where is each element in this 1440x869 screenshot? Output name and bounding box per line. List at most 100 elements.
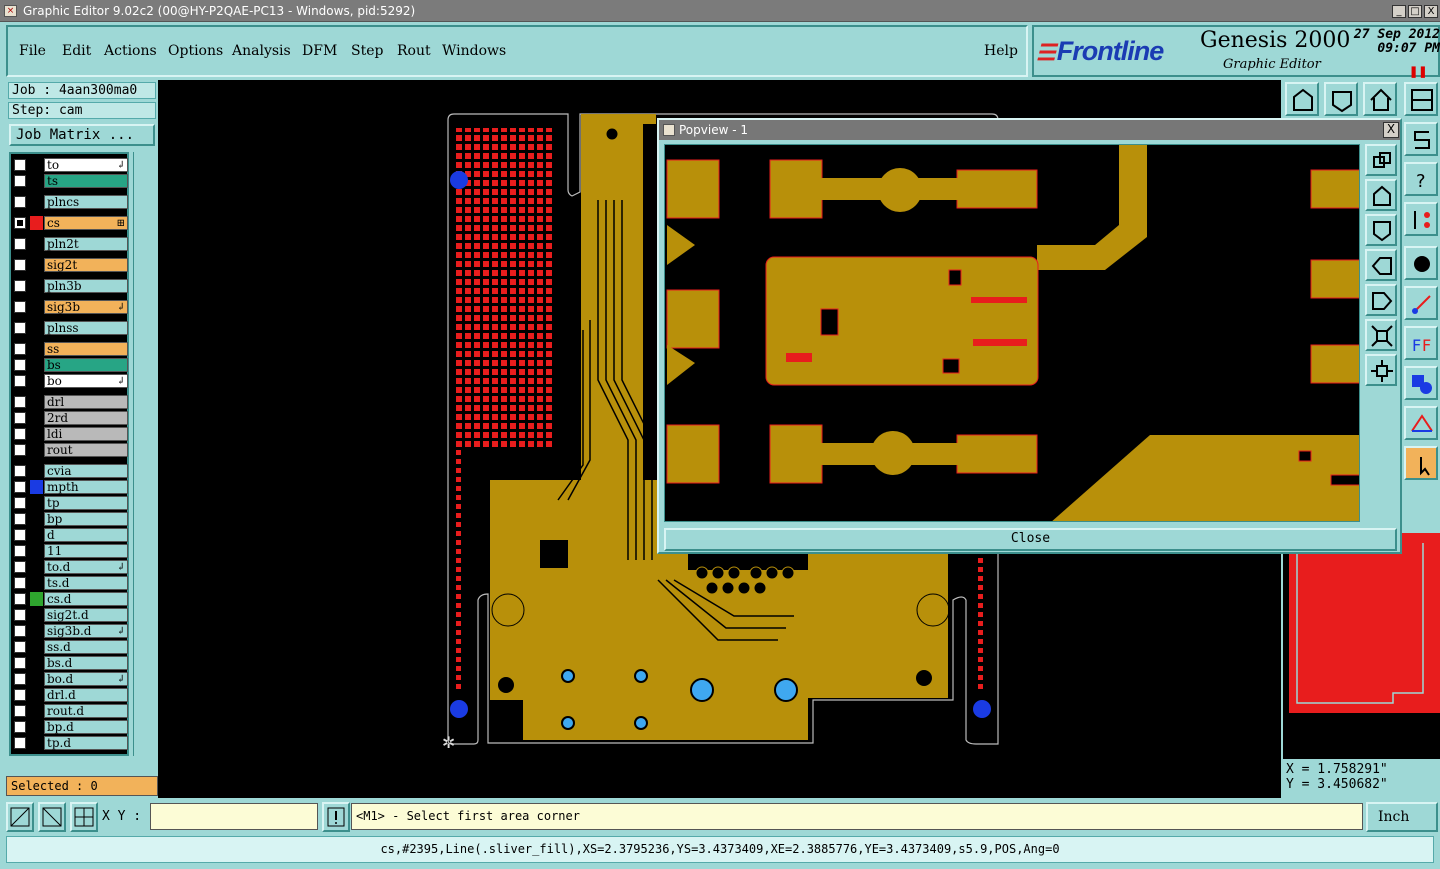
layer-color-marker[interactable] <box>30 528 43 542</box>
menu-actions[interactable]: Actions <box>104 43 157 59</box>
layer-checkbox[interactable] <box>14 481 26 493</box>
layer-row-rout-d[interactable]: rout.d <box>11 704 131 718</box>
layer-color-marker[interactable] <box>30 608 43 622</box>
layer-row-bp-d[interactable]: bp.d <box>11 720 131 734</box>
layer-name[interactable]: ts <box>44 174 128 188</box>
layer-row-pln2t[interactable]: pln2t <box>11 237 131 251</box>
layer-checkbox[interactable] <box>14 529 26 541</box>
layer-color-marker[interactable] <box>30 544 43 558</box>
layer-name[interactable]: to ↲ <box>44 158 128 172</box>
layer-color-marker[interactable] <box>30 321 43 335</box>
layer-name[interactable]: ldi <box>44 427 128 441</box>
layer-color-marker[interactable] <box>30 720 43 734</box>
layer-name[interactable]: tp <box>44 496 128 510</box>
layer-color-marker[interactable] <box>30 411 43 425</box>
layer-row-ts-d[interactable]: ts.d <box>11 576 131 590</box>
menu-analysis[interactable]: Analysis <box>232 43 291 59</box>
layer-row-sig2t-d[interactable]: sig2t.d <box>11 608 131 622</box>
measure-icon[interactable] <box>1404 286 1438 320</box>
layer-name[interactable]: bp <box>44 512 128 526</box>
layer-checkbox[interactable] <box>14 577 26 589</box>
layer-name[interactable]: cvia <box>44 464 128 478</box>
layer-row-bs[interactable]: bs <box>11 358 131 372</box>
layer-checkbox[interactable] <box>14 280 26 292</box>
layer-name[interactable]: bo.d ↲ <box>44 672 128 686</box>
layer-row-2rd[interactable]: 2rd <box>11 411 131 425</box>
dot-icon[interactable] <box>1404 246 1438 280</box>
layer-checkbox[interactable] <box>14 609 26 621</box>
layer-name[interactable]: bo ↲ <box>44 374 128 388</box>
close-window-button[interactable]: X <box>1424 5 1438 18</box>
pan-right-icon[interactable] <box>1365 284 1397 316</box>
layer-row-sig2t[interactable]: sig2t <box>11 258 131 272</box>
layer-checkbox[interactable] <box>14 175 26 187</box>
layer-row-drl-d[interactable]: drl.d <box>11 688 131 702</box>
layer-row-ts[interactable]: ts <box>11 174 131 188</box>
layer-color-marker[interactable] <box>30 688 43 702</box>
center-icon[interactable] <box>1365 354 1397 386</box>
layer-row-11[interactable]: 11 <box>11 544 131 558</box>
layer-color-marker[interactable] <box>30 174 43 188</box>
layer-color-marker[interactable] <box>30 342 43 356</box>
layer-color-marker[interactable] <box>30 736 43 750</box>
measure-tool-icon[interactable] <box>38 802 66 832</box>
layer-color-marker[interactable] <box>30 512 43 526</box>
layer-row-bo-d[interactable]: bo.d ↲ <box>11 672 131 686</box>
layer-checkbox[interactable] <box>14 301 26 313</box>
layer-color-marker[interactable] <box>30 496 43 510</box>
layer-color-marker[interactable] <box>30 576 43 590</box>
layer-color-marker[interactable] <box>30 237 43 251</box>
layer-checkbox[interactable] <box>14 238 26 250</box>
pause-icon[interactable]: ❚❚ <box>1409 65 1427 78</box>
layer-name[interactable]: rout <box>44 443 128 457</box>
layer-name[interactable]: sig3b.d ↲ <box>44 624 128 638</box>
ff-icon[interactable]: FF <box>1404 326 1438 360</box>
pan-down-icon[interactable] <box>1365 214 1397 246</box>
layer-name[interactable]: 11 <box>44 544 128 558</box>
layer-row-bp[interactable]: bp <box>11 512 131 526</box>
layer-row-drl[interactable]: drl <box>11 395 131 409</box>
layer-color-marker[interactable] <box>30 672 43 686</box>
layer-name[interactable]: mpth <box>44 480 128 494</box>
home-up-icon[interactable] <box>1285 82 1319 116</box>
menu-file[interactable]: File <box>19 43 46 59</box>
layer-color-marker[interactable] <box>30 443 43 457</box>
layer-checkbox[interactable] <box>14 196 26 208</box>
menu-help[interactable]: Help <box>984 43 1018 59</box>
layer-row-d[interactable]: d <box>11 528 131 542</box>
popview-titlebar[interactable]: Popview - 1 <box>659 120 1400 140</box>
arc-icon[interactable] <box>1404 406 1438 440</box>
pan-up-icon[interactable] <box>1365 179 1397 211</box>
layer-color-marker[interactable] <box>30 195 43 209</box>
popview-canvas[interactable] <box>664 144 1360 522</box>
layer-row-cvia[interactable]: cvia <box>11 464 131 478</box>
layer-row-ss[interactable]: ss <box>11 342 131 356</box>
tree-icon[interactable] <box>1404 202 1438 236</box>
menu-options[interactable]: Options <box>168 43 223 59</box>
layer-color-marker[interactable] <box>30 216 43 230</box>
layer-row-rout[interactable]: rout <box>11 443 131 457</box>
maximize-button[interactable]: □ <box>1408 5 1422 18</box>
layer-row-tp[interactable]: tp <box>11 496 131 510</box>
layer-checkbox[interactable] <box>14 396 26 408</box>
help-icon[interactable]: ? <box>1404 162 1438 196</box>
layer-row-tp-d[interactable]: tp.d <box>11 736 131 750</box>
layer-row-ss-d[interactable]: ss.d <box>11 640 131 654</box>
layer-checkbox[interactable] <box>14 657 26 669</box>
layer-name[interactable]: rout.d <box>44 704 128 718</box>
window-layout-icon[interactable] <box>1404 82 1438 116</box>
layer-name[interactable]: bp.d <box>44 720 128 734</box>
menu-rout[interactable]: Rout <box>397 43 431 59</box>
menu-dfm[interactable]: DFM <box>302 43 337 59</box>
layer-row-plnss[interactable]: plnss <box>11 321 131 335</box>
layer-name[interactable]: plncs <box>44 195 128 209</box>
layer-list-scrollbar[interactable] <box>133 152 157 756</box>
layer-name[interactable]: ss.d <box>44 640 128 654</box>
layer-color-marker[interactable] <box>30 624 43 638</box>
layer-name[interactable]: sig3b ↲ <box>44 300 128 314</box>
layer-color-marker[interactable] <box>30 464 43 478</box>
layer-checkbox[interactable] <box>14 343 26 355</box>
zoom-home-icon[interactable] <box>1365 144 1397 176</box>
layer-name[interactable]: sig2t.d <box>44 608 128 622</box>
layer-name[interactable]: sig2t <box>44 258 128 272</box>
